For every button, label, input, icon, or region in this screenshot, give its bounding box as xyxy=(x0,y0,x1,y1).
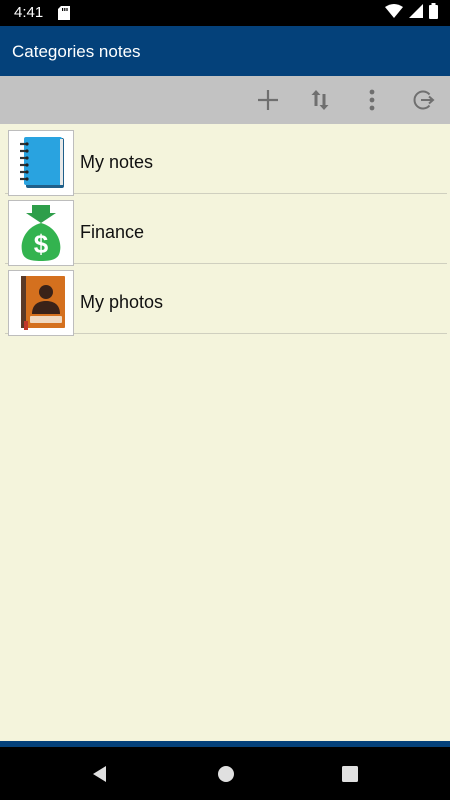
category-item-finance[interactable]: $ Finance xyxy=(5,194,447,266)
battery-icon xyxy=(429,2,438,24)
sd-card-icon xyxy=(58,6,70,20)
toolbar xyxy=(0,76,450,124)
category-item-my-photos[interactable]: My photos xyxy=(5,264,447,336)
status-bar: 4:41 xyxy=(0,0,450,26)
add-icon[interactable] xyxy=(255,87,281,113)
app-title: Categories notes xyxy=(12,42,141,61)
category-label: My notes xyxy=(80,152,154,172)
category-item-my-notes[interactable]: My notes xyxy=(5,124,447,196)
svg-text:$: $ xyxy=(34,229,49,259)
photo-album-icon xyxy=(8,270,74,336)
notebook-icon xyxy=(8,130,74,196)
sort-icon[interactable] xyxy=(307,87,333,113)
logout-icon[interactable] xyxy=(410,87,436,113)
navigation-bar xyxy=(0,747,450,800)
app-bar: Categories notes xyxy=(0,26,450,76)
category-label: My photos xyxy=(80,292,164,312)
home-icon[interactable] xyxy=(216,764,236,784)
overflow-menu-icon[interactable] xyxy=(359,87,385,113)
recents-icon[interactable] xyxy=(340,764,360,784)
wifi-icon xyxy=(385,3,403,23)
cell-signal-icon xyxy=(409,3,423,23)
status-time: 4:41 xyxy=(14,4,44,21)
back-icon[interactable] xyxy=(90,764,110,784)
category-list: My notes $ Finance My photos xyxy=(0,124,450,741)
category-label: Finance xyxy=(80,222,145,242)
money-bag-icon: $ xyxy=(8,200,74,266)
